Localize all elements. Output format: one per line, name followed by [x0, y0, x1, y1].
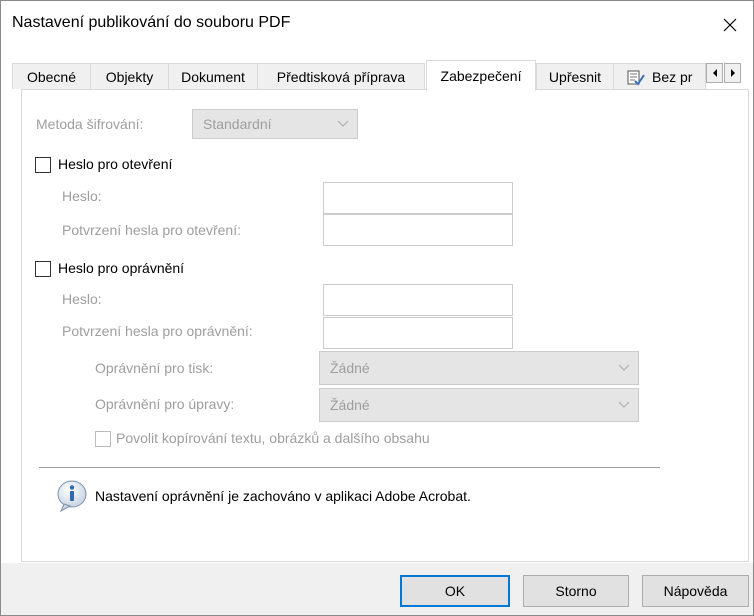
edit-permissions-label: Oprávnění pro úpravy: — [95, 396, 235, 412]
permissions-password-checkbox[interactable] — [35, 261, 51, 277]
open-password-input[interactable] — [323, 182, 513, 214]
encryption-method-select[interactable]: Standardní — [192, 109, 358, 139]
button-bar — [1, 563, 753, 615]
close-button[interactable] — [707, 1, 753, 49]
pdf-publish-settings-dialog: Nastavení publikování do souboru PDF Obe… — [0, 0, 754, 616]
open-password-label: Heslo: — [62, 188, 102, 204]
info-message: Nastavení oprávnění je zachováno v aplik… — [55, 479, 471, 513]
print-permissions-label: Oprávnění pro tisk: — [95, 360, 214, 376]
edit-permissions-select[interactable]: Žádné — [319, 388, 639, 422]
edit-permissions-value: Žádné — [330, 397, 370, 413]
title-bar: Nastavení publikování do souboru PDF — [1, 1, 753, 49]
open-password-confirm-input[interactable] — [323, 214, 513, 246]
tab-label: Upřesnit — [548, 69, 602, 85]
ok-button[interactable]: OK — [400, 575, 510, 607]
tab-scroll-right-icon — [730, 69, 735, 77]
permissions-password-confirm-label: Potvrzení hesla pro oprávnění: — [62, 323, 253, 339]
permissions-password-input[interactable] — [323, 284, 513, 316]
allow-copy-checkbox-label: Povolit kopírování textu, obrázků a dalš… — [116, 430, 430, 446]
tab-advanced[interactable]: Upřesnit — [536, 63, 614, 89]
tab-label: Dokument — [181, 69, 245, 85]
permissions-password-checkbox-label: Heslo pro oprávnění — [58, 260, 185, 276]
info-message-text: Nastavení oprávnění je zachováno v aplik… — [95, 488, 471, 504]
permissions-password-label: Heslo: — [62, 291, 102, 307]
print-permissions-value: Žádné — [330, 360, 370, 376]
tab-document[interactable]: Dokument — [168, 63, 258, 89]
print-permissions-select[interactable]: Žádné — [319, 351, 639, 385]
accessibility-tab-icon — [627, 70, 645, 86]
tab-scroll-left-button[interactable] — [706, 63, 723, 83]
tab-label: Obecné — [26, 69, 77, 85]
tab-general[interactable]: Obecné — [12, 63, 91, 89]
tab-scroll-left-icon — [712, 69, 717, 77]
info-icon — [57, 480, 87, 513]
tab-security[interactable]: Zabezpečení — [426, 60, 536, 91]
allow-copy-checkbox[interactable] — [95, 431, 111, 447]
tab-accessibility[interactable]: Bez pr — [613, 63, 706, 89]
tab-label: Bez pr — [652, 69, 693, 85]
open-password-checkbox[interactable] — [35, 157, 51, 173]
tab-strip: Obecné Objekty Dokument Předtisková příp… — [12, 60, 749, 91]
tab-objects[interactable]: Objekty — [90, 63, 169, 89]
permissions-password-confirm-input[interactable] — [323, 317, 513, 349]
window-title: Nastavení publikování do souboru PDF — [12, 14, 291, 31]
tab-label: Objekty — [105, 69, 154, 85]
chevron-down-icon — [618, 389, 630, 432]
encryption-method-label: Metoda šifrování: — [36, 116, 144, 132]
tab-label: Zabezpečení — [440, 68, 522, 84]
divider — [39, 467, 660, 468]
cancel-button[interactable]: Storno — [523, 575, 629, 607]
chevron-down-icon — [337, 110, 349, 147]
close-icon — [723, 18, 737, 32]
encryption-method-value: Standardní — [203, 116, 272, 132]
help-button[interactable]: Nápověda — [642, 575, 749, 607]
open-password-confirm-label: Potvrzení hesla pro otevření: — [62, 222, 241, 238]
tab-label: Předtisková příprava — [276, 69, 406, 85]
tab-prepress[interactable]: Předtisková příprava — [257, 63, 425, 89]
open-password-checkbox-label: Heslo pro otevření — [58, 156, 173, 172]
tab-scroll-right-button[interactable] — [724, 63, 741, 83]
